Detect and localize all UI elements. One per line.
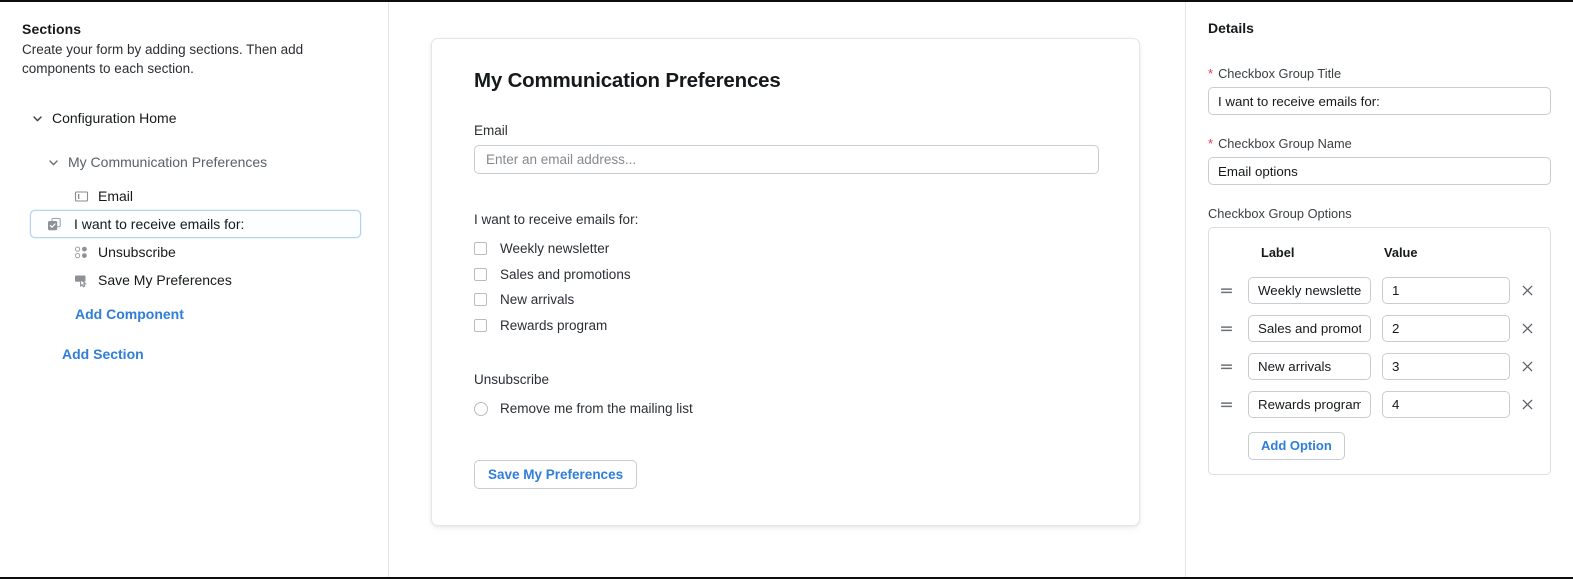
option-value-input[interactable] bbox=[1382, 391, 1510, 418]
chevron-down-icon bbox=[31, 112, 44, 125]
save-my-preferences-button[interactable]: Save My Preferences bbox=[474, 460, 637, 489]
tree-node-label: My Communication Preferences bbox=[68, 154, 267, 170]
radio-group-icon bbox=[74, 245, 89, 260]
field-label-text: Checkbox Group Options bbox=[1208, 206, 1352, 221]
checkbox-group-name-label: * Checkbox Group Name bbox=[1208, 136, 1551, 151]
tree-item-label: Unsubscribe bbox=[98, 244, 176, 260]
section-tree: Configuration Home My Communication Pref… bbox=[22, 104, 366, 364]
drag-handle-icon[interactable] bbox=[1219, 321, 1234, 336]
option-label-input[interactable] bbox=[1248, 391, 1371, 418]
close-x-icon[interactable] bbox=[1520, 359, 1535, 374]
tree-node-my-communication-preferences[interactable]: My Communication Preferences bbox=[22, 148, 366, 176]
field-label-text: Checkbox Group Name bbox=[1218, 136, 1352, 151]
tree-item-label: Email bbox=[98, 188, 133, 204]
option-value-input[interactable] bbox=[1382, 315, 1510, 342]
add-section-link[interactable]: Add Section bbox=[62, 346, 144, 362]
tree-item-label: Save My Preferences bbox=[98, 272, 232, 288]
details-title: Details bbox=[1208, 20, 1551, 36]
required-marker: * bbox=[1208, 137, 1213, 150]
checkbox-icon[interactable] bbox=[474, 268, 487, 281]
close-x-icon[interactable] bbox=[1520, 321, 1535, 336]
option-label-input[interactable] bbox=[1248, 277, 1371, 304]
checkbox-option[interactable]: Sales and promotions bbox=[474, 262, 1097, 288]
checkbox-option-label: Rewards program bbox=[500, 318, 607, 333]
tree-node-configuration-home[interactable]: Configuration Home bbox=[22, 104, 366, 132]
tree-item-email[interactable]: Email bbox=[66, 182, 366, 210]
add-component-link[interactable]: Add Component bbox=[75, 306, 184, 322]
checkbox-icon[interactable] bbox=[474, 242, 487, 255]
checkbox-group-title-label: * Checkbox Group Title bbox=[1208, 66, 1551, 81]
option-label-input[interactable] bbox=[1248, 315, 1371, 342]
checkbox-group-name-input[interactable] bbox=[1208, 157, 1551, 185]
checkbox-group-icon bbox=[47, 217, 62, 232]
option-row bbox=[1219, 347, 1540, 385]
form-card: My Communication Preferences Email I wan… bbox=[431, 38, 1140, 526]
option-row bbox=[1219, 385, 1540, 423]
options-table-header: Label Value bbox=[1219, 240, 1540, 264]
tree-item-save-my-preferences[interactable]: Save My Preferences bbox=[66, 266, 366, 294]
tree-item-label: I want to receive emails for: bbox=[74, 216, 244, 232]
required-marker: * bbox=[1208, 67, 1213, 80]
email-field-group: Email bbox=[474, 123, 1097, 174]
field-label-text: Checkbox Group Title bbox=[1218, 66, 1341, 81]
checkbox-group-legend: I want to receive emails for: bbox=[474, 212, 1097, 227]
tree-item-unsubscribe[interactable]: Unsubscribe bbox=[66, 238, 366, 266]
option-value-input[interactable] bbox=[1382, 277, 1510, 304]
sections-sidebar: Sections Create your form by adding sect… bbox=[0, 2, 389, 577]
app-window: Sections Create your form by adding sect… bbox=[0, 0, 1573, 579]
checkbox-option[interactable]: New arrivals bbox=[474, 287, 1097, 313]
checkbox-group-options-label: Checkbox Group Options bbox=[1208, 206, 1551, 221]
column-header-label: Label bbox=[1248, 245, 1371, 260]
checkbox-icon[interactable] bbox=[474, 293, 487, 306]
column-header-value: Value bbox=[1371, 245, 1417, 260]
options-editor: Label Value bbox=[1208, 227, 1551, 475]
checkbox-group: I want to receive emails for: Weekly new… bbox=[474, 212, 1097, 338]
checkbox-option-label: Sales and promotions bbox=[500, 267, 631, 282]
text-input-icon bbox=[74, 189, 89, 204]
radio-group-legend: Unsubscribe bbox=[474, 372, 1097, 387]
radio-option-label: Remove me from the mailing list bbox=[500, 401, 693, 416]
option-value-input[interactable] bbox=[1382, 353, 1510, 380]
radio-option[interactable]: Remove me from the mailing list bbox=[474, 396, 1097, 422]
add-option-button[interactable]: Add Option bbox=[1248, 432, 1345, 460]
close-x-icon[interactable] bbox=[1520, 283, 1535, 298]
checkbox-option-label: New arrivals bbox=[500, 292, 574, 307]
drag-handle-icon[interactable] bbox=[1219, 359, 1234, 374]
checkbox-group-title-input[interactable] bbox=[1208, 87, 1551, 115]
radio-group: Unsubscribe Remove me from the mailing l… bbox=[474, 372, 1097, 422]
drag-handle-icon[interactable] bbox=[1219, 283, 1234, 298]
details-panel: Details * Checkbox Group Title * Checkbo… bbox=[1186, 2, 1573, 577]
option-label-input[interactable] bbox=[1248, 353, 1371, 380]
button-click-icon bbox=[74, 273, 89, 288]
option-row bbox=[1219, 309, 1540, 347]
chevron-down-icon bbox=[47, 156, 60, 169]
sidebar-description: Create your form by adding sections. The… bbox=[22, 40, 322, 78]
email-input[interactable] bbox=[474, 145, 1099, 174]
checkbox-option-label: Weekly newsletter bbox=[500, 241, 609, 256]
form-preview-canvas: My Communication Preferences Email I wan… bbox=[389, 2, 1186, 577]
checkbox-icon[interactable] bbox=[474, 319, 487, 332]
checkbox-option[interactable]: Rewards program bbox=[474, 313, 1097, 339]
email-field-label: Email bbox=[474, 123, 1097, 138]
checkbox-option[interactable]: Weekly newsletter bbox=[474, 236, 1097, 262]
tree-node-label: Configuration Home bbox=[52, 110, 177, 126]
option-row bbox=[1219, 271, 1540, 309]
form-title: My Communication Preferences bbox=[474, 69, 1097, 93]
drag-handle-icon[interactable] bbox=[1219, 397, 1234, 412]
radio-icon[interactable] bbox=[474, 402, 488, 416]
sidebar-title: Sections bbox=[22, 20, 366, 38]
close-x-icon[interactable] bbox=[1520, 397, 1535, 412]
tree-item-checkbox-group[interactable]: I want to receive emails for: bbox=[30, 210, 361, 238]
